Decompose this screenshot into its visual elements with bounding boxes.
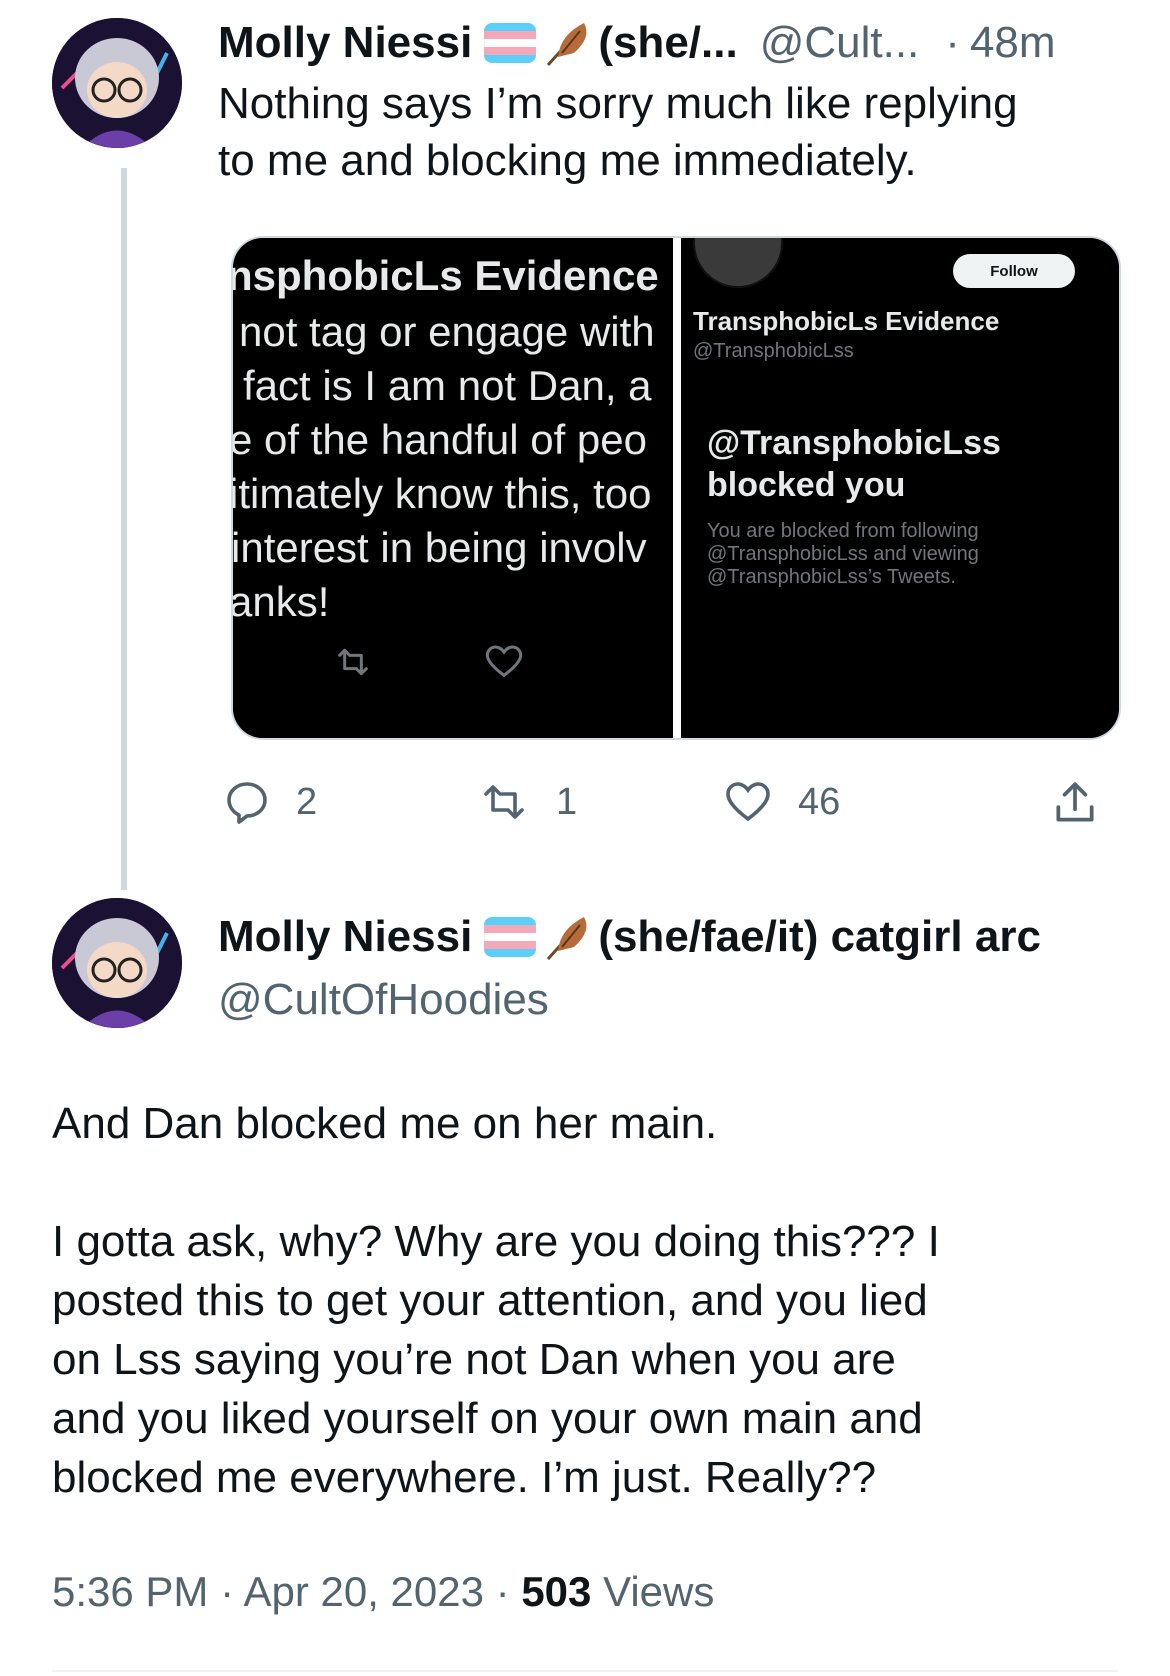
avatar-image	[52, 898, 182, 1028]
profile-handle: @TransphobicLss	[693, 340, 854, 362]
reply-time[interactable]: 48m	[970, 18, 1056, 68]
profile-avatar	[693, 238, 783, 288]
reply-avatar[interactable]	[52, 18, 182, 148]
retweet-icon	[484, 785, 524, 819]
share-icon	[1056, 782, 1094, 822]
reply-count: 2	[296, 780, 318, 823]
left-crop-line: interest in being involv	[233, 524, 647, 571]
blocked-title-line1: @TransphobicLss	[707, 424, 1001, 462]
reply-handle[interactable]: @Cult...	[760, 18, 920, 68]
thread-line	[121, 168, 127, 890]
main-text: And Dan blocked me on her main. I gotta …	[52, 1099, 940, 1502]
like-icon	[485, 645, 523, 678]
media-image-right[interactable]: Follow TransphobicLs Evidence @Transphob…	[681, 238, 1119, 738]
follow-button[interactable]: Follow	[953, 254, 1075, 288]
feather-icon	[547, 23, 587, 67]
blocked-description: You are blocked from following @Transpho…	[707, 520, 979, 588]
follow-label: Follow	[990, 262, 1038, 280]
tweet-date[interactable]: Apr 20, 2023	[243, 1568, 484, 1615]
trans-flag-icon	[484, 23, 537, 63]
divider	[52, 1670, 1118, 1672]
tweet-time[interactable]: 5:36 PM	[52, 1568, 208, 1615]
blocked-title-line2: blocked you	[707, 466, 906, 504]
like-count: 46	[798, 780, 841, 823]
reply-author-name[interactable]: Molly Niessi	[218, 18, 472, 68]
like-action[interactable]: 46	[722, 778, 840, 826]
feather-icon	[547, 917, 587, 961]
retweet-action[interactable]: 1	[476, 778, 577, 826]
reply-text: Nothing says I’m sorry much like replyin…	[218, 79, 1018, 185]
avatar-image	[52, 18, 182, 148]
reply-pronouns: (she/...	[598, 18, 738, 67]
reply-header: Molly Niessi (she/... @Cult... · 48m	[218, 16, 1056, 70]
left-crop-title: nsphobicLs Evidence	[233, 252, 659, 299]
main-avatar[interactable]	[52, 898, 182, 1028]
like-icon	[726, 782, 770, 822]
left-crop-line: itimately know this, too	[233, 470, 652, 517]
retweet-icon	[338, 648, 368, 676]
reply-media[interactable]: nsphobicLs Evidence not tag or engage wi…	[231, 236, 1121, 740]
views-count: 503	[521, 1568, 592, 1615]
meta-separator: ·	[220, 1568, 235, 1615]
main-pronouns: (she/fae/it) catgirl arc	[598, 912, 1041, 961]
retweet-count: 1	[556, 780, 578, 823]
trans-flag-icon	[484, 917, 537, 957]
left-crop-line: fact is I am not Dan, a	[243, 362, 652, 409]
tweet-meta: 5:36 PM · Apr 20, 2023 · 503 Views	[52, 1568, 714, 1616]
main-header: Molly Niessi (she/fae/it) catgirl arc	[218, 910, 1041, 964]
main-handle[interactable]: @CultOfHoodies	[218, 975, 549, 1025]
meta-separator: ·	[495, 1568, 510, 1615]
reply-icon	[227, 782, 267, 824]
share-action[interactable]	[1050, 778, 1100, 833]
views-label: Views	[603, 1568, 715, 1615]
time-separator: ·	[945, 18, 960, 67]
left-crop-line: anks!	[233, 578, 330, 625]
reply-action[interactable]: 2	[222, 778, 317, 826]
main-author-name[interactable]: Molly Niessi	[218, 912, 472, 962]
media-image-left[interactable]: nsphobicLs Evidence not tag or engage wi…	[233, 238, 673, 738]
profile-name: TransphobicLs Evidence	[693, 306, 1000, 336]
media-divider	[673, 238, 681, 738]
left-crop-line: not tag or engage with	[239, 308, 655, 355]
left-crop-line: e of the handful of peo	[233, 416, 648, 463]
